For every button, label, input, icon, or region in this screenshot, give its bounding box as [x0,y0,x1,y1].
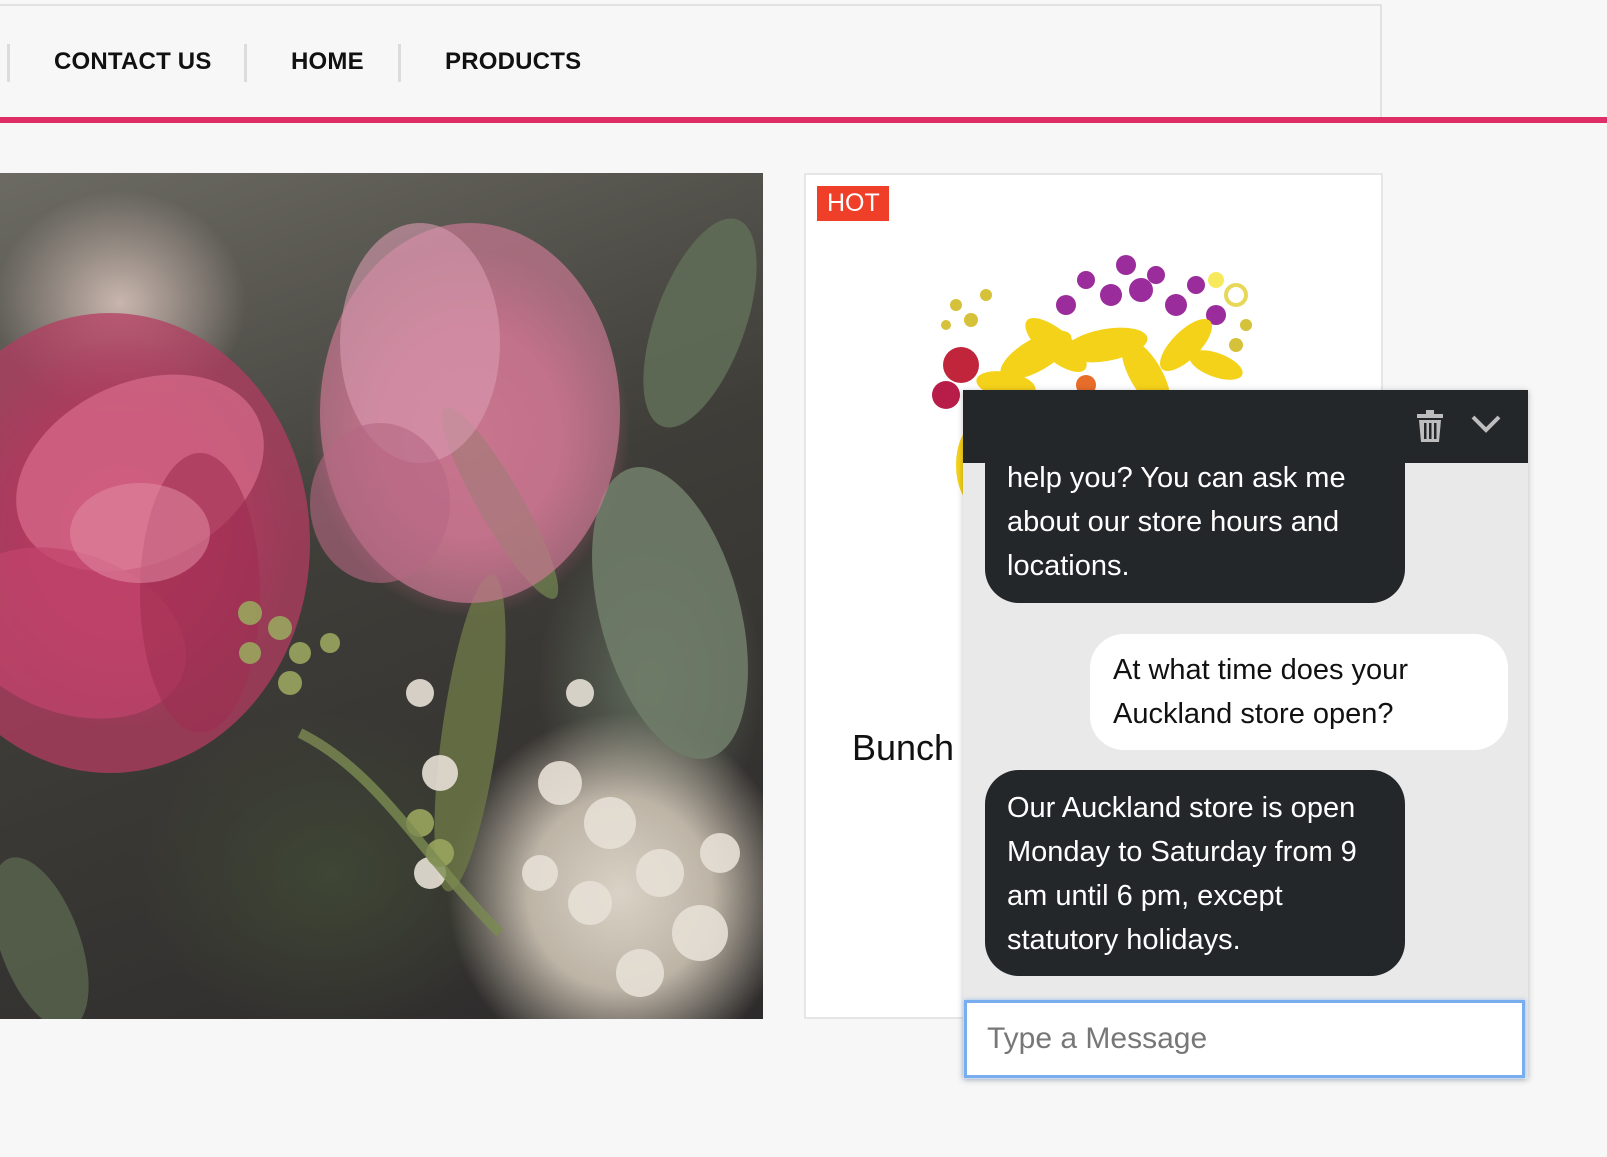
chat-message-input[interactable] [964,1000,1525,1078]
nav-divider [7,44,10,82]
chat-message-user: At what time does your Auckland store op… [1090,634,1508,750]
flower-arrangement-illustration [0,218,757,1019]
nav-accent-line [0,117,1607,123]
nav-item-contact-us[interactable]: CONTACT US [54,48,212,76]
product-name[interactable]: Bunch [852,727,954,769]
chat-widget: help you? You can ask me about our store… [963,390,1528,1079]
nav-item-products[interactable]: PRODUCTS [445,48,581,76]
top-navigation: CONTACT US HOME PRODUCTS [0,4,1382,117]
nav-divider [398,44,401,82]
chat-message-bot: Our Auckland store is open Monday to Sat… [985,770,1405,976]
hero-flower-image [0,173,763,1019]
nav-item-home[interactable]: HOME [291,48,364,76]
trash-icon[interactable] [1417,410,1443,447]
hot-badge: HOT [817,186,889,221]
nav-divider [244,44,247,82]
chat-header [963,390,1528,463]
chevron-down-icon[interactable] [1471,414,1501,439]
